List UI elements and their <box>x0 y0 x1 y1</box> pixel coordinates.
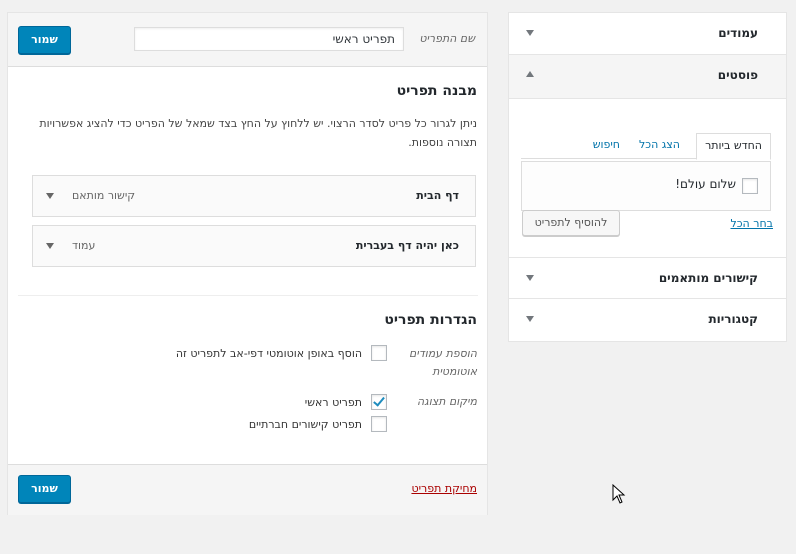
menu-item[interactable]: דף הבית קישור מותאם <box>32 175 476 217</box>
menu-structure-help: ניתן לגרור כל פריט לסדר הרצוי. יש ללחוץ … <box>39 117 477 149</box>
location-primary-checkbox[interactable] <box>371 394 387 410</box>
accordion-posts[interactable]: פוסטים <box>509 55 786 99</box>
menu-structure-title: מבנה תפריט <box>396 83 477 99</box>
menu-header-bar: שם התפריט תפריט ראשי שמור <box>8 13 487 67</box>
auto-add-option-label: הוסף באופן אוטומטי דפי-אב לתפריט זה <box>175 347 362 360</box>
accordion-pages-title: עמודים <box>718 26 758 40</box>
accordion-categories-title: קטגוריות <box>708 312 758 326</box>
tab-view-all[interactable]: הצג הכל <box>639 133 680 158</box>
accordion-categories[interactable]: קטגוריות <box>509 299 786 341</box>
menu-item-title: דף הבית <box>416 189 459 202</box>
menu-item-type: קישור מותאם <box>72 189 136 202</box>
auto-add-checkbox[interactable] <box>371 345 387 361</box>
menu-settings-title: הגדרות תפריט <box>384 312 477 328</box>
save-button-top[interactable]: שמור <box>18 26 71 54</box>
accordion-custom-links[interactable]: קישורים מותאמים <box>509 257 786 299</box>
delete-menu-link[interactable]: מחיקת תפריט <box>411 482 477 495</box>
accordion-custom-links-title: קישורים מותאמים <box>658 271 758 285</box>
menu-footer-bar: מחיקת תפריט שמור <box>8 464 487 515</box>
tab-search[interactable]: חיפוש <box>593 133 620 158</box>
menu-name-input[interactable]: תפריט ראשי <box>134 27 404 51</box>
menu-name-label: שם התפריט <box>419 32 475 45</box>
accordion-pages[interactable]: עמודים <box>509 13 786 55</box>
display-location-label: מיקום תצוגה <box>416 395 477 408</box>
chevron-up-icon[interactable] <box>526 71 534 77</box>
add-to-menu-button[interactable]: להוסיף לתפריט <box>522 210 620 236</box>
mouse-cursor-icon <box>612 484 626 504</box>
posts-list: שלום עולם! <box>521 161 771 211</box>
location-social-checkbox[interactable] <box>371 416 387 432</box>
post-checkbox[interactable] <box>742 178 758 194</box>
location-primary-label: תפריט ראשי <box>304 396 362 409</box>
menu-item-title: כאן יהיה דף בעברית <box>355 239 459 252</box>
menu-item[interactable]: כאן יהיה דף בעברית עמוד <box>32 225 476 267</box>
chevron-down-icon[interactable] <box>46 193 54 199</box>
chevron-down-icon[interactable] <box>526 316 534 322</box>
post-label: שלום עולם! <box>675 177 736 191</box>
divider <box>18 295 478 296</box>
menu-edit-panel: שם התפריט תפריט ראשי שמור מבנה תפריט נית… <box>7 12 488 515</box>
accordion-posts-title: פוסטים <box>717 68 758 82</box>
chevron-down-icon[interactable] <box>526 275 534 281</box>
save-button-bottom[interactable]: שמור <box>18 475 71 503</box>
chevron-down-icon[interactable] <box>46 243 54 249</box>
auto-add-label: הוספת עמודים אוטומטית <box>408 347 477 378</box>
menu-items-accordion: עמודים פוסטים החדש ביותר הצג הכל חיפוש ש… <box>508 12 787 342</box>
tab-most-recent[interactable]: החדש ביותר <box>696 133 771 160</box>
location-social-label: תפריט קישורים חברתיים <box>248 418 362 431</box>
chevron-down-icon[interactable] <box>526 30 534 36</box>
menu-item-type: עמוד <box>72 239 96 252</box>
select-all-link[interactable]: בחר הכל <box>730 217 773 230</box>
